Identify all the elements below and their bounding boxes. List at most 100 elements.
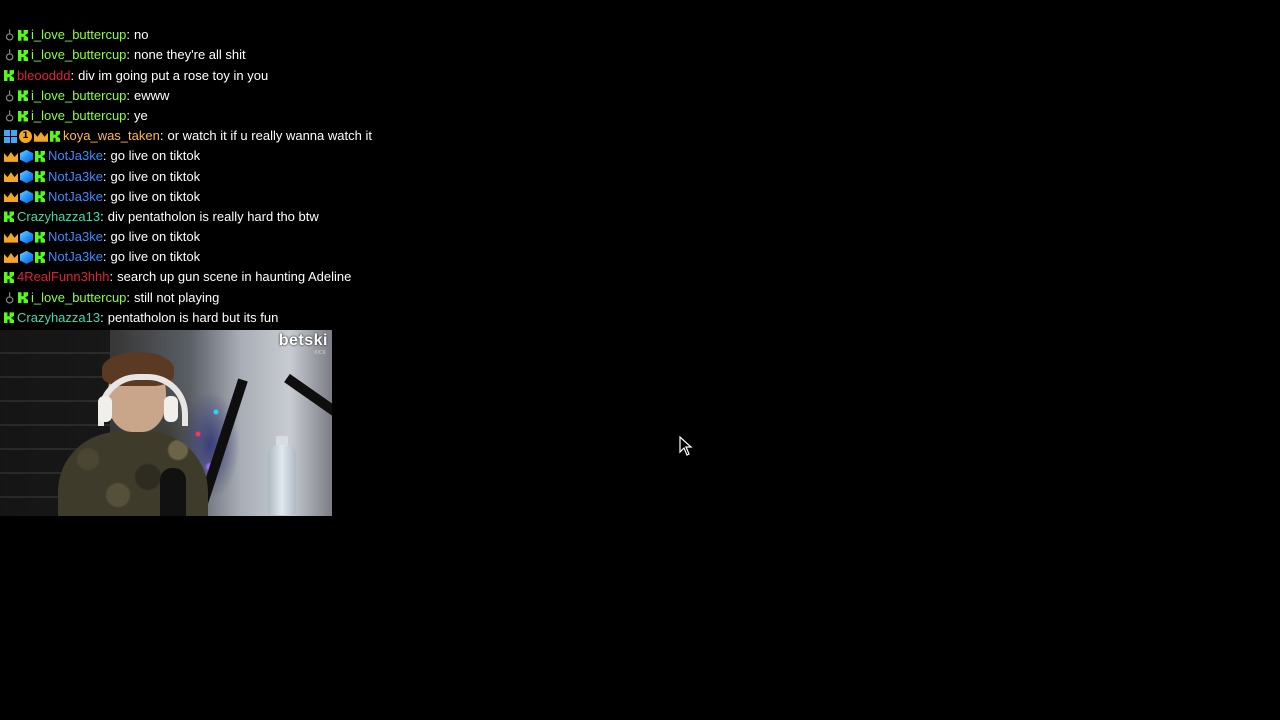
chat-separator: : — [126, 87, 131, 103]
chat-separator: : — [126, 107, 131, 123]
chat-badges — [4, 272, 14, 284]
chat-separator: : — [126, 289, 131, 305]
one-month-icon: 1 — [19, 129, 32, 143]
cube-icon — [20, 250, 33, 264]
chat-badges — [4, 149, 45, 163]
kick-icon — [18, 292, 28, 304]
chat-username[interactable]: NotJa3ke — [48, 167, 103, 187]
chat-text: search up gun scene in haunting Adeline — [117, 269, 352, 285]
chat-separator: : — [102, 168, 107, 184]
chat-message: Crazyhazza13: div pentatholon is really h… — [4, 207, 424, 227]
webcam-logo-subtext: KICK — [314, 350, 326, 356]
chat-username[interactable]: i_love_buttercup — [31, 25, 126, 45]
chat-text: no — [134, 27, 149, 43]
chat-message-list: i_love_buttercup:noi_love_buttercup:none… — [4, 25, 424, 328]
chat-username[interactable]: NotJa3ke — [48, 247, 103, 267]
chat-username[interactable]: Crazyhazza13 — [17, 308, 100, 328]
chat-message: Crazyhazza13: pentatholon is hard but its… — [4, 308, 424, 328]
kick-icon — [35, 150, 45, 162]
chat-badges — [4, 49, 28, 61]
chat-message: i_love_buttercup:ye — [4, 106, 424, 126]
mod-icon — [4, 292, 16, 304]
grid-icon — [4, 129, 17, 143]
chat-message: NotJa3ke: go live on tiktok — [4, 247, 424, 267]
mouse-cursor-icon — [679, 436, 693, 456]
kick-icon — [4, 211, 14, 223]
chat-username[interactable]: NotJa3ke — [48, 187, 103, 207]
chat-separator: : — [102, 148, 107, 164]
kick-icon — [18, 49, 28, 61]
chat-username[interactable]: 4RealFunn3hhh — [17, 267, 110, 287]
chat-text: div im going put a rose toy in you — [78, 67, 269, 83]
chat-text: ewww — [134, 87, 170, 103]
cube-icon — [20, 190, 33, 204]
chat-text: ye — [134, 107, 148, 123]
kick-icon — [18, 90, 28, 102]
crown-icon — [4, 152, 18, 162]
chat-text: none they're all shit — [134, 47, 246, 63]
chat-message: NotJa3ke: go live on tiktok — [4, 187, 424, 207]
chat-username[interactable]: Crazyhazza13 — [17, 207, 100, 227]
mod-icon — [4, 90, 16, 102]
webcam-feed: betski KICK — [0, 330, 332, 516]
chat-badges — [4, 230, 45, 244]
chat-message: i_love_buttercup:none they're all shit — [4, 45, 424, 65]
chat-text: div pentatholon is really hard tho btw — [107, 208, 319, 224]
chat-message: NotJa3ke: go live on tiktok — [4, 146, 424, 166]
chat-username[interactable]: NotJa3ke — [48, 227, 103, 247]
chat-badges: 1 — [4, 129, 60, 143]
chat-username[interactable]: i_love_buttercup — [31, 45, 126, 65]
chat-username[interactable]: i_love_buttercup — [31, 106, 126, 126]
chat-badges — [4, 190, 45, 204]
chat-text: go live on tiktok — [110, 148, 201, 164]
chat-username[interactable]: i_love_buttercup — [31, 288, 126, 308]
chat-badges — [4, 110, 28, 122]
microphone — [160, 468, 186, 516]
chat-username[interactable]: koya_was_taken — [63, 126, 160, 146]
chat-separator: : — [100, 309, 104, 325]
chat-text: go live on tiktok — [110, 249, 201, 265]
water-bottle — [268, 445, 296, 515]
crown-icon — [4, 192, 18, 203]
chat-badges — [4, 90, 28, 102]
chat-message: i_love_buttercup:still not playing — [4, 288, 424, 308]
kick-icon — [35, 191, 45, 203]
kick-icon — [35, 171, 45, 183]
chat-message: 4RealFunn3hhh: search up gun scene in hau… — [4, 267, 424, 287]
chat-separator: : — [109, 269, 114, 285]
cube-icon — [20, 170, 33, 184]
kick-icon — [4, 272, 14, 284]
chat-separator: : — [102, 229, 107, 245]
kick-icon — [4, 70, 14, 82]
kick-icon — [35, 251, 45, 263]
chat-text: still not playing — [134, 289, 220, 305]
mod-icon — [4, 29, 16, 41]
chat-badges — [4, 29, 28, 41]
chat-separator: : — [100, 208, 104, 224]
chat-username[interactable]: bleooddd — [17, 66, 71, 86]
chat-text: go live on tiktok — [110, 168, 201, 184]
chat-separator: : — [102, 188, 107, 204]
kick-icon — [35, 231, 45, 243]
chat-separator: : — [102, 249, 107, 265]
chat-badges — [4, 250, 45, 264]
chat-text: go live on tiktok — [110, 229, 201, 245]
chat-message: bleooddd: div im going put a rose toy in … — [4, 66, 424, 86]
chat-message: NotJa3ke: go live on tiktok — [4, 167, 424, 187]
webcam-logo: betski — [278, 332, 328, 349]
kick-icon — [4, 312, 14, 324]
chat-badges — [4, 312, 14, 324]
kick-icon — [18, 110, 28, 122]
chat-text: pentatholon is hard but its fun — [107, 309, 279, 325]
chat-separator: : — [126, 27, 131, 43]
chat-separator: : — [126, 47, 131, 63]
kick-icon — [18, 29, 28, 41]
chat-username[interactable]: NotJa3ke — [48, 146, 103, 166]
chat-username[interactable]: i_love_buttercup — [31, 86, 126, 106]
cube-icon — [20, 230, 33, 244]
chat-separator: : — [159, 128, 164, 144]
chat-message: i_love_buttercup:ewww — [4, 86, 424, 106]
headphone-left-cup — [98, 396, 112, 422]
chat-message: i_love_buttercup:no — [4, 25, 424, 45]
crown-icon — [4, 232, 18, 243]
